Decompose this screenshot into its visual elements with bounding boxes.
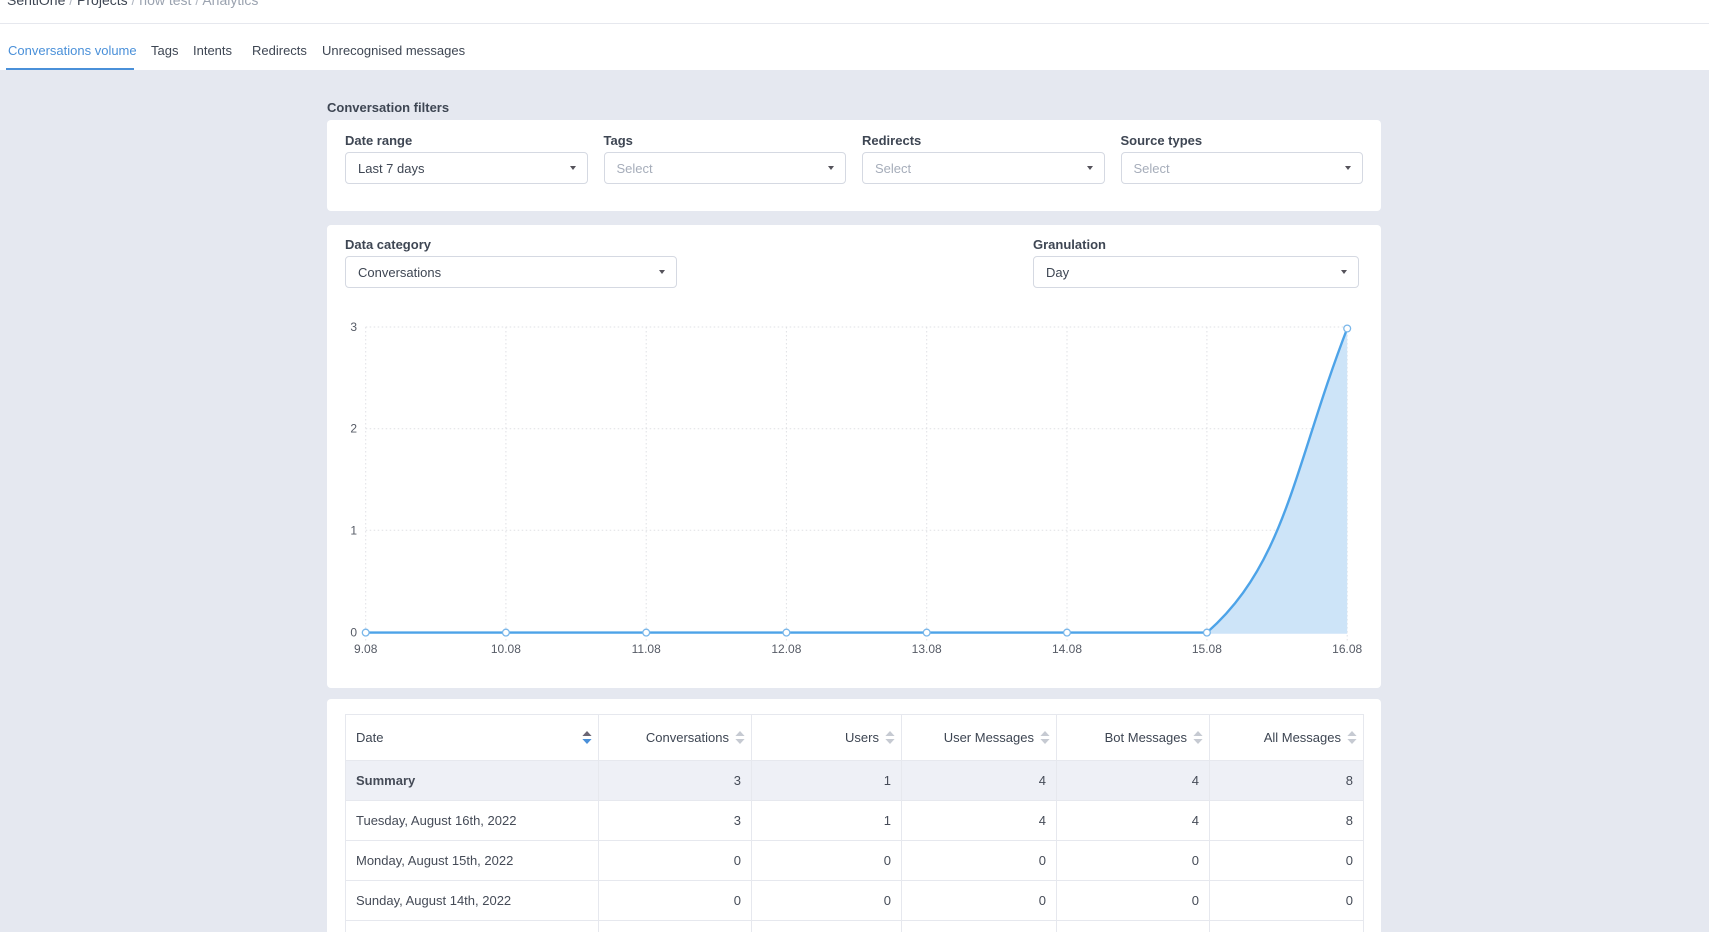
svg-text:9.08: 9.08	[354, 642, 378, 656]
svg-text:14.08: 14.08	[1052, 642, 1082, 656]
svg-text:16.08: 16.08	[1332, 642, 1362, 656]
svg-text:15.08: 15.08	[1192, 642, 1222, 656]
svg-text:12.08: 12.08	[771, 642, 801, 656]
svg-text:11.08: 11.08	[632, 642, 661, 656]
svg-text:1: 1	[350, 523, 357, 537]
svg-text:13.08: 13.08	[912, 642, 942, 656]
svg-text:10.08: 10.08	[491, 642, 521, 656]
svg-text:3: 3	[350, 320, 357, 334]
svg-text:0: 0	[350, 626, 357, 640]
svg-text:2: 2	[350, 422, 357, 436]
